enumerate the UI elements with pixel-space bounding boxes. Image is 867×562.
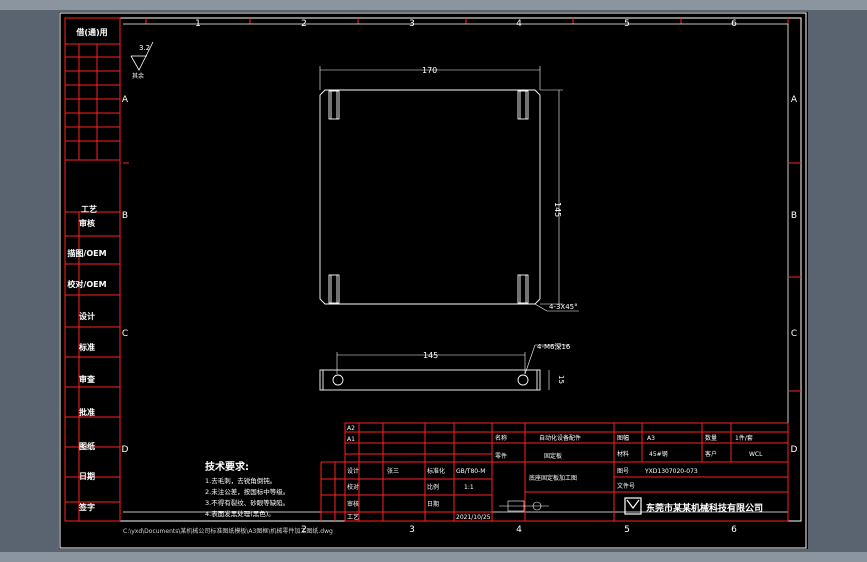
cad-drawing: 1 2 3 4 5 6 2 3 4 5 6 A B C D A B C D 借(… [59,12,807,549]
scale-value: 1:1 [464,484,474,491]
company-name: 东莞市某某机械科技有限公司 [646,502,763,514]
part-label: 零件 [495,452,507,460]
tech-requirement-line: 3.不得有裂纹、砂眼等缺陷。 [205,498,289,507]
sign-label-design: 设计 [347,467,359,475]
client-label: 客户 [705,450,717,458]
zone-row-a-right: A [791,95,798,105]
date-value: 2021/10/25 [456,514,491,521]
size-value: A3 [647,435,655,442]
scale-label: 比例 [427,483,439,491]
left-strip-label: 审核 [79,218,95,228]
zone-col-1: 1 [195,19,201,29]
zone-row-b-left: B [122,211,128,221]
zone-ticks [123,18,801,392]
projection-symbol-icon [499,500,549,512]
zone-row-b-right: B [791,211,797,221]
width-dimension: 170 [422,66,437,75]
left-strip-label: 签字 [78,502,95,512]
window-bottom-band [0,552,867,562]
zone-col-6: 6 [731,19,737,29]
zone-row-c-right: C [791,329,797,339]
drawing-no-label: 图号 [617,468,629,475]
sign-label-check: 校对 [347,483,359,491]
tech-requirement-line: 1.去毛刺，去锐角倒钝。 [205,476,276,485]
left-strip-label: 设计 [79,311,95,321]
size-label: 图幅 [617,434,629,442]
zone-row-a-left: A [122,95,129,105]
side-dimensions [336,344,569,390]
material-label: 材料 [617,450,629,458]
left-strip-label: 图纸 [79,441,95,451]
zone-col-5-bottom: 5 [624,525,630,535]
client-value: WCL [749,451,763,458]
qty-label: 数量 [705,434,717,442]
part-value: 固定板 [544,452,562,460]
left-strip-label: 工艺 [81,204,97,214]
tech-requirement-line: 4.表面发黑处理(黑色)。 [205,509,275,518]
drawing-sheet[interactable]: 1 2 3 4 5 6 2 3 4 5 6 A B C D A B C D 借(… [59,12,808,549]
date-label: 日期 [427,500,439,508]
left-strip-label: 日期 [79,471,95,481]
material-value: 45#钢 [649,450,668,458]
standardization-value: GB/T80-M [456,468,485,475]
drawing-no-value: YXD1307020-073 [644,468,698,475]
roughness-value: 3.2 [139,44,150,52]
zone-col-3-bottom: 3 [409,525,415,535]
left-strip-label: 批准 [79,407,95,417]
file-label: 文件号 [617,482,635,490]
hole-note: 4-M6深16 [537,342,571,351]
tech-requirements-title: 技术要求: [205,460,249,473]
zone-col-6-bottom: 6 [731,525,737,535]
sign-label-process: 工艺 [347,513,359,521]
zone-row-d-right: D [791,445,798,455]
thickness-dimension: 15 [557,375,565,384]
qty-value: 1件/套 [735,434,753,442]
zone-row-d-left: D [122,445,129,455]
inner-border [64,17,802,522]
zone-col-4: 4 [516,19,522,29]
left-strip-label: 审查 [79,374,96,384]
rev-row: A1 [347,436,355,443]
product-label: 名称 [495,434,507,442]
roughness-note: 其余 [132,72,144,80]
footer-file-path: C:\yxd\Documents\某机械公司标准图纸模板\A3图框\机械零件加工… [123,527,333,535]
standardization-label: 标准化 [427,467,445,475]
drawing-name: 底座固定板加工图 [529,474,577,482]
left-strip-label: 借(通)用 [75,27,107,37]
left-strip-label: 校对/OEM [67,279,106,289]
product-value: 自动化设备配件 [539,434,581,442]
chamfer-note: 4-3X45° [549,303,578,311]
zone-row-c-left: C [122,329,128,339]
zone-col-4-bottom: 4 [516,525,522,535]
tech-requirement-line: 2.未注公差，按国标中等级。 [205,487,289,496]
window-top-band [0,0,867,10]
designer-name: 张三 [387,467,399,475]
left-strip-label: 标准 [78,342,95,352]
rev-row: A2 [347,425,355,432]
left-strip-label: 描图/OEM [67,248,106,258]
zone-col-5: 5 [624,19,630,29]
sign-label-review: 审核 [347,500,359,508]
plan-view-plate[interactable] [319,89,541,305]
zone-col-3: 3 [409,19,415,29]
side-view-plate[interactable] [319,369,541,391]
length-dimension: 145 [423,351,438,360]
zone-col-2: 2 [301,19,307,29]
height-dimension: 145 [553,202,562,217]
